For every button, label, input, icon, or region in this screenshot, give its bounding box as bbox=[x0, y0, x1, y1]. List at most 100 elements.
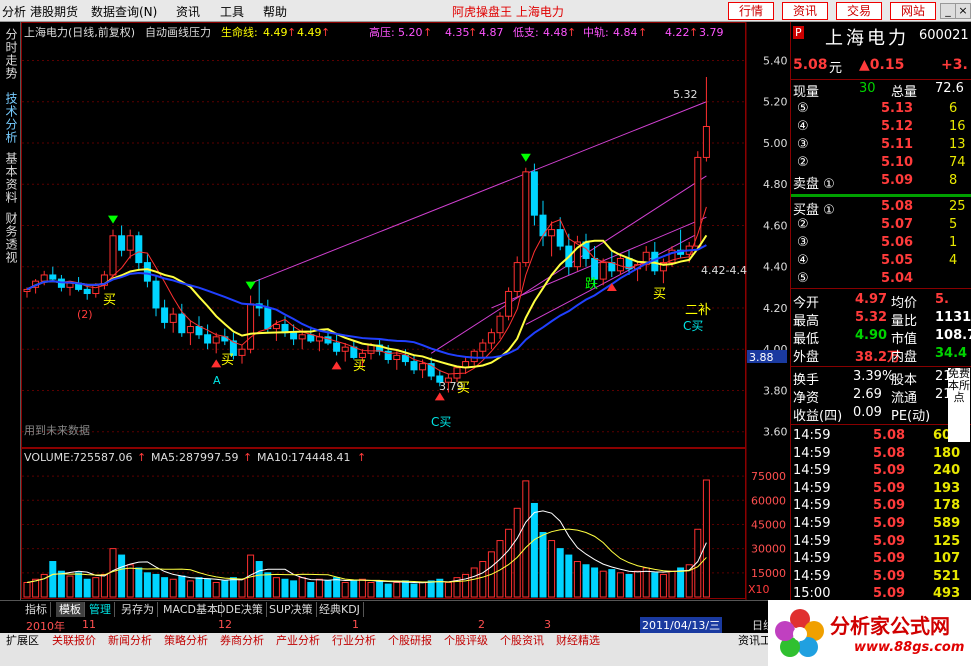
indicator-tab[interactable]: DDE决策 bbox=[214, 602, 267, 617]
news-button[interactable]: 资讯 bbox=[782, 2, 828, 20]
date-tick-label: 3 bbox=[544, 618, 551, 631]
menu-tools[interactable]: 工具 bbox=[220, 3, 244, 20]
volume-bar bbox=[23, 581, 31, 598]
buy-signal-4: 买 bbox=[457, 381, 470, 396]
menu-help[interactable]: 帮助 bbox=[263, 3, 287, 20]
tick-list[interactable]: 14:59 5.08 60 14:59 5.08 180 14:59 5.09 240 14:59… bbox=[791, 424, 971, 601]
tick-cell: 14:59 bbox=[793, 516, 831, 531]
buy-arrow-icon bbox=[331, 361, 342, 370]
quote-panel: P 上海电力 600021 5.08 元 ▲0.15 +3. 现量 30 总量 … bbox=[790, 22, 971, 601]
tab-financial[interactable]: 财务透视 bbox=[2, 212, 18, 264]
volume-bar bbox=[272, 577, 280, 598]
tab-intraday[interactable]: 分时走势 bbox=[2, 28, 18, 80]
extension-tab[interactable]: 个股评级 bbox=[442, 633, 490, 649]
close-icon[interactable]: × bbox=[955, 3, 971, 19]
volume-tick-label: 30000 bbox=[751, 543, 786, 556]
volume-bar bbox=[290, 580, 298, 598]
menu-data-query[interactable]: 数据查询(N) bbox=[91, 3, 157, 20]
ma10-label: MA10: bbox=[257, 451, 292, 464]
extension-tab[interactable]: 财经精选 bbox=[554, 633, 602, 649]
extension-tab[interactable]: 扩展区 bbox=[4, 633, 41, 649]
total-volume: 72.6 bbox=[935, 81, 964, 96]
c-buy-signal-1: C买 bbox=[683, 319, 703, 333]
extension-tab[interactable]: 个股研报 bbox=[386, 633, 434, 649]
volume-bar bbox=[479, 561, 487, 598]
volume-bar bbox=[427, 580, 435, 598]
tick-cell: 125 bbox=[933, 533, 961, 549]
flower-logo-icon bbox=[775, 609, 824, 657]
low-label: 低支: bbox=[513, 26, 539, 39]
volume-bar bbox=[66, 575, 74, 598]
indicator-tabs: 指标 模板 管理 另存为 MACD基本 DDE决策 SUP决策 经典KDJ bbox=[0, 600, 790, 618]
extension-tab[interactable]: 产业分析 bbox=[274, 633, 322, 649]
life-label: 生命线: bbox=[221, 25, 258, 39]
indicator-tab[interactable]: 管理 bbox=[86, 602, 115, 617]
candle-body bbox=[195, 326, 203, 336]
menu-hk-futures[interactable]: 港股期货 bbox=[30, 3, 78, 20]
volume-value: 725587.06 bbox=[73, 451, 133, 464]
side-popup[interactable]: 免费本所点 bbox=[948, 368, 970, 442]
ma5-value: 287997.59 bbox=[179, 451, 239, 464]
extension-tab[interactable]: 关联报价 bbox=[50, 633, 98, 649]
indicator-tab[interactable]: 另存为 bbox=[118, 602, 158, 617]
order-row: 卖盘 ① 5.09 8 bbox=[791, 172, 971, 192]
candle-body bbox=[522, 171, 530, 264]
volume-bar bbox=[238, 578, 246, 598]
menu-bar: 分析 港股期货 数据查询(N) 资讯 工具 帮助 阿虎操盘王 上海电力 行情 资… bbox=[0, 0, 971, 22]
minimize-icon[interactable]: _ bbox=[940, 3, 956, 19]
tick-cell: 5.08 bbox=[873, 445, 906, 461]
buy-signal-3: 买 bbox=[353, 359, 366, 374]
price-tick-label: 3.80 bbox=[763, 384, 788, 397]
candle-body bbox=[247, 303, 255, 350]
volume-bar bbox=[350, 580, 358, 598]
tick-cell: 5.09 bbox=[873, 516, 906, 531]
order-level: ④ bbox=[797, 253, 809, 268]
date-tick-label: 2010年 bbox=[26, 620, 65, 633]
indicator-tab[interactable]: 模板 bbox=[56, 602, 85, 617]
candle-body bbox=[178, 313, 186, 334]
extension-tab[interactable]: 新闻分析 bbox=[106, 633, 154, 649]
total-volume-label: 总量 bbox=[891, 85, 918, 100]
volume-bar bbox=[221, 580, 229, 598]
stat-row: 最低4.90 市值108.7 bbox=[791, 327, 971, 347]
candle-body bbox=[367, 344, 375, 354]
extension-tab[interactable]: 行业分析 bbox=[330, 633, 378, 649]
quote-button[interactable]: 行情 bbox=[728, 2, 774, 20]
candle-body bbox=[341, 346, 349, 352]
website-button[interactable]: 网站 bbox=[890, 2, 936, 20]
menu-news[interactable]: 资讯 bbox=[176, 3, 200, 20]
candle-body bbox=[358, 352, 366, 358]
watermark-box: 分析家公式网 www.88gs.com bbox=[768, 600, 971, 666]
volume-bar bbox=[668, 570, 676, 598]
extension-tab[interactable]: 券商分析 bbox=[218, 633, 266, 649]
price-tick-label: 4.40 bbox=[763, 261, 788, 274]
stat-cell: 5. bbox=[935, 292, 949, 307]
window-title: 阿虎操盘王 上海电力 bbox=[452, 5, 564, 19]
extension-tab[interactable]: 策略分析 bbox=[162, 633, 210, 649]
tab-fundamental[interactable]: 基本资料 bbox=[2, 152, 18, 204]
extension-tab[interactable]: 个股资讯 bbox=[498, 633, 546, 649]
volume-bar bbox=[659, 573, 667, 598]
kline-chart[interactable]: 5.40 5.20 5.00 4.80 4.60 4.40 4.20 4.00 3.80 3.60… bbox=[21, 22, 789, 600]
candle-body bbox=[599, 262, 607, 280]
menu-analysis[interactable]: 分析 bbox=[2, 3, 26, 20]
trade-button[interactable]: 交易 bbox=[836, 2, 882, 20]
ma5-up-arrow: ↑ bbox=[243, 451, 252, 464]
order-price: 5.05 bbox=[881, 253, 914, 268]
indicator-tab[interactable]: SUP决策 bbox=[266, 602, 317, 617]
volume-bar bbox=[565, 554, 573, 598]
tick-row: 14:59 5.08 60 bbox=[791, 427, 971, 445]
order-price: 5.13 bbox=[881, 101, 914, 116]
chart-svg: 5.405.205.004.804.604.404.204.003.803.60… bbox=[21, 22, 788, 600]
tab-technical[interactable]: 技术分析 bbox=[2, 92, 18, 144]
indicator-tab[interactable]: MACD基本 bbox=[160, 602, 222, 617]
stat-cell: 0.09 bbox=[853, 405, 882, 420]
tick-cell: 5.09 bbox=[873, 568, 906, 584]
candle-body bbox=[152, 280, 160, 309]
indicator-tab[interactable]: 指标 bbox=[22, 602, 51, 617]
chart-indicator-name: 自动画线压力 bbox=[145, 25, 211, 39]
order-price: 5.11 bbox=[881, 137, 914, 152]
order-row: ② 5.07 5 bbox=[791, 216, 971, 234]
indicator-tab[interactable]: 经典KDJ bbox=[316, 602, 364, 617]
high-value3: 4.87 bbox=[479, 26, 504, 39]
